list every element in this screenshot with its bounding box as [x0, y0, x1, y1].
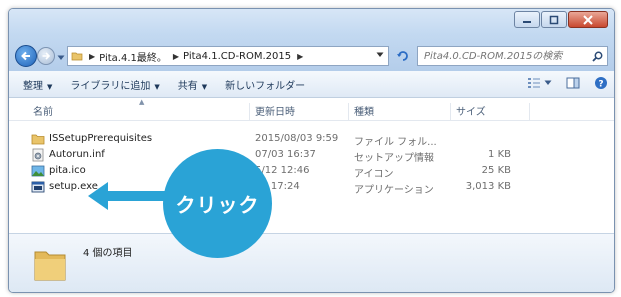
image-file-icon: [31, 165, 45, 177]
sort-ascending-icon: ▲: [139, 98, 145, 106]
breadcrumb-separator-icon[interactable]: ▶: [173, 52, 179, 61]
column-headers: ▲ 名前 更新日時 種類 サイズ: [9, 98, 614, 121]
chevron-down-icon: [57, 55, 65, 60]
file-type: セットアップ情報: [354, 153, 434, 164]
file-size: 25 KB: [481, 165, 511, 176]
column-divider[interactable]: [450, 103, 451, 121]
minimize-icon: [523, 20, 531, 23]
explorer-window: ▶ Pita.4.1最終。 ▶ Pita4.1.CD-ROM.2015 ▶ Pi…: [8, 8, 615, 293]
callout-label: クリック: [175, 193, 260, 217]
item-count: 4 個の項目: [83, 248, 133, 259]
file-name[interactable]: Autorun.inf: [49, 149, 105, 160]
column-header-size[interactable]: サイズ: [456, 103, 486, 118]
folder-icon: [31, 134, 45, 145]
recent-pages-dropdown[interactable]: [57, 53, 65, 64]
share-label: 共有: [177, 80, 198, 92]
column-divider[interactable]: [249, 103, 250, 121]
chevron-down-icon: ▼: [201, 82, 208, 91]
column-divider[interactable]: [348, 103, 349, 121]
breadcrumb-separator-icon[interactable]: ▶: [297, 52, 303, 61]
file-type: アプリケーション: [354, 185, 434, 196]
preview-pane-icon: [566, 77, 580, 89]
maximize-icon: [549, 15, 559, 24]
click-callout: クリック: [163, 149, 272, 258]
breadcrumb-item[interactable]: Pita.4.1最終。: [99, 49, 167, 64]
window-controls: [513, 11, 608, 28]
navigation-bar: ▶ Pita.4.1最終。 ▶ Pita4.1.CD-ROM.2015 ▶: [9, 45, 614, 67]
close-button[interactable]: [568, 11, 608, 28]
setup-info-file-icon: [32, 148, 44, 162]
folder-icon: [34, 251, 66, 281]
details-pane: 4 個の項目: [9, 233, 614, 292]
command-bar: 整理 ▼ ライブラリに追加 ▼ 共有 ▼ 新しいフォルダー ?: [9, 71, 614, 98]
help-icon: ?: [595, 77, 607, 90]
file-date: 07/03 16:37: [255, 149, 316, 160]
share-button[interactable]: 共有 ▼: [178, 77, 207, 92]
breadcrumb-separator-icon: ▶: [89, 51, 96, 61]
help-button[interactable]: ?: [594, 76, 608, 90]
file-row[interactable]: Autorun.inf 07/03 16:37 セットアップ情報 1 KB: [9, 147, 614, 164]
chevron-down-icon: ▼: [154, 82, 160, 91]
file-size: 1 KB: [488, 149, 511, 160]
file-type: アイコン: [354, 169, 394, 180]
file-name[interactable]: ISSetupPrerequisites: [49, 133, 152, 144]
search-icon[interactable]: [592, 51, 603, 62]
add-to-library-label: ライブラリに追加: [70, 80, 151, 92]
application-exe-icon: [31, 181, 45, 193]
organize-button[interactable]: 整理 ▼: [23, 77, 52, 92]
file-size: 3,013 KB: [465, 181, 511, 192]
add-to-library-button[interactable]: ライブラリに追加 ▼: [70, 77, 159, 92]
title-bar: ▶ Pita.4.1最終。 ▶ Pita4.1.CD-ROM.2015 ▶: [9, 9, 614, 71]
column-header-date[interactable]: 更新日時: [255, 103, 295, 118]
minimize-button[interactable]: [514, 11, 540, 28]
chevron-down-icon: ▼: [47, 82, 53, 91]
refresh-icon: [397, 51, 408, 61]
file-row[interactable]: pita.ico 5/12 12:46 アイコン 25 KB: [9, 163, 614, 180]
column-header-type[interactable]: 種類: [354, 103, 374, 118]
arrow-right-icon: [42, 52, 51, 60]
search-input[interactable]: [422, 49, 586, 63]
breadcrumb-item[interactable]: Pita4.1.CD-ROM.2015: [183, 51, 291, 62]
column-header-name[interactable]: 名前: [33, 103, 53, 118]
maximize-button[interactable]: [541, 11, 567, 28]
view-controls: ?: [513, 76, 608, 90]
refresh-button[interactable]: [392, 46, 414, 66]
new-folder-button[interactable]: 新しいフォルダー: [225, 77, 305, 92]
column-divider[interactable]: [529, 103, 530, 121]
forward-button[interactable]: [37, 47, 55, 65]
preview-pane-button[interactable]: [566, 77, 580, 89]
file-row[interactable]: ISSetupPrerequisites 2015/08/03 9:59 ファイ…: [9, 131, 614, 148]
file-name[interactable]: pita.ico: [49, 165, 86, 176]
file-date: 2015/08/03 9:59: [255, 133, 339, 144]
close-icon: [583, 14, 593, 25]
arrow-left-icon: [88, 182, 168, 210]
folder-icon: [71, 52, 83, 61]
file-type: ファイル フォル...: [354, 137, 437, 148]
change-view-button[interactable]: [527, 77, 552, 89]
chevron-down-icon: [544, 80, 552, 85]
search-box[interactable]: [417, 46, 608, 66]
view-list-icon: [528, 78, 540, 88]
chevron-down-icon[interactable]: [376, 52, 384, 58]
organize-label: 整理: [23, 80, 43, 92]
address-bar[interactable]: ▶ Pita.4.1最終。 ▶ Pita4.1.CD-ROM.2015 ▶: [67, 46, 389, 66]
back-button[interactable]: [15, 45, 37, 67]
arrow-left-icon: [21, 51, 30, 61]
svg-text:?: ?: [598, 80, 603, 90]
